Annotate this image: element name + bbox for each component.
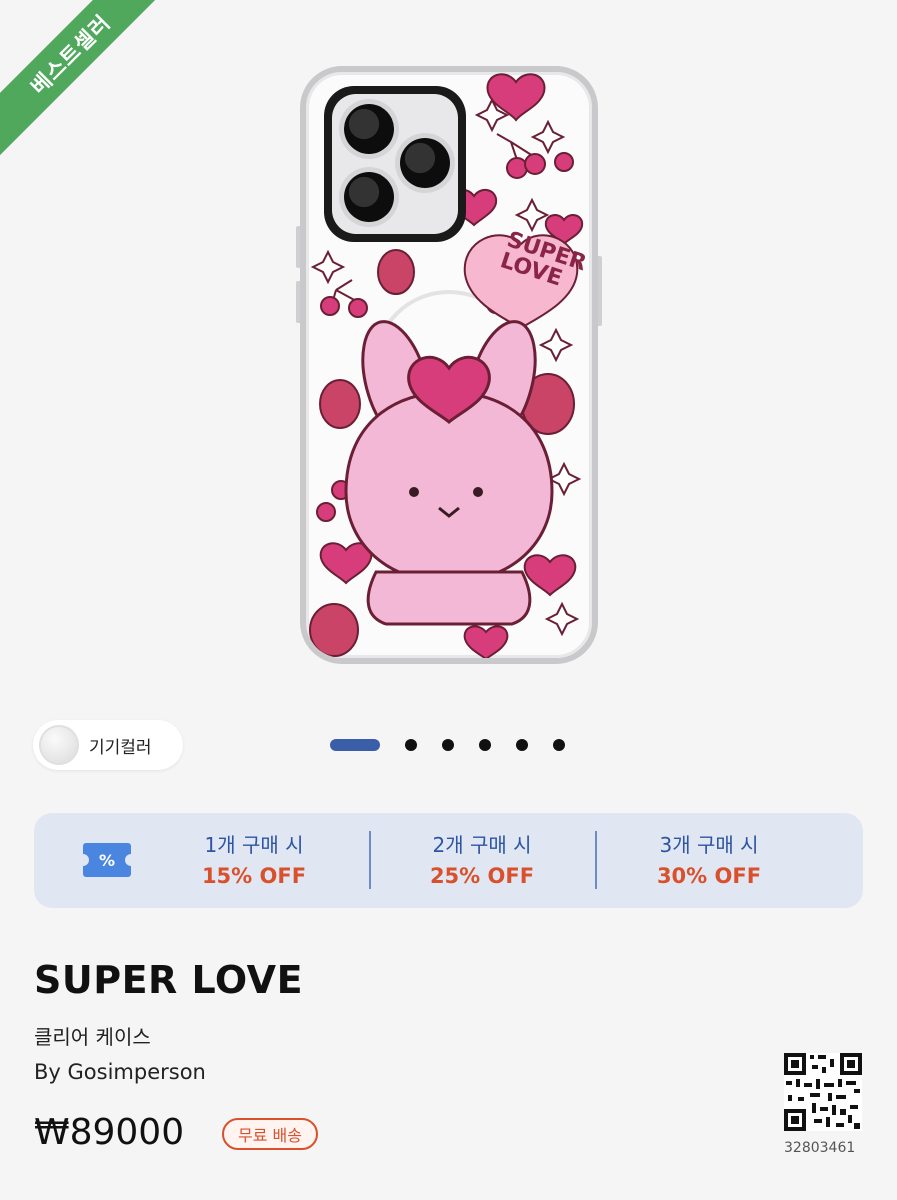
pagination-dot[interactable] <box>516 739 528 751</box>
tier-condition: 3개 구매 시 <box>659 833 759 857</box>
carousel-pagination <box>330 739 590 751</box>
tier-offer: 15% OFF <box>201 864 307 888</box>
camera-module <box>324 86 466 242</box>
product-type: 클리어 케이스 <box>34 1025 151 1049</box>
product-image[interactable]: SUPER LOVE <box>296 66 602 664</box>
pagination-dot[interactable] <box>405 739 417 751</box>
tier-condition: 2개 구매 시 <box>432 833 532 857</box>
discount-tier-2: 2개 구매 시 25% OFF <box>392 829 572 888</box>
camera-lens-icon <box>344 172 394 222</box>
tier-condition: 1개 구매 시 <box>204 833 304 857</box>
product-code: 32803461 <box>784 1140 856 1156</box>
divider <box>595 831 597 889</box>
pagination-dot-active[interactable] <box>330 739 380 751</box>
camera-lens-icon <box>344 104 394 154</box>
free-shipping-badge: 무료 배송 <box>222 1118 318 1150</box>
pagination-dot[interactable] <box>553 739 565 751</box>
coupon-icon: % <box>83 843 131 877</box>
bestseller-ribbon: 베스트셀러 <box>0 0 185 169</box>
phone-case: SUPER LOVE <box>300 66 598 664</box>
camera-lens-icon <box>400 138 450 188</box>
svg-text:%: % <box>99 851 115 870</box>
bulk-discount-banner: % 1개 구매 시 15% OFF 2개 구매 시 25% OFF 3개 구매 … <box>34 813 863 908</box>
discount-tier-3: 3개 구매 시 30% OFF <box>619 829 799 888</box>
divider <box>369 831 371 889</box>
device-color-label: 기기컬러 <box>89 737 152 758</box>
discount-tier-1: 1개 구매 시 15% OFF <box>164 829 344 888</box>
device-color-selector[interactable]: 기기컬러 <box>33 720 183 770</box>
pagination-dot[interactable] <box>479 739 491 751</box>
product-price: ₩89000 <box>34 1112 185 1153</box>
qr-code-icon[interactable] <box>784 1053 862 1131</box>
product-title: SUPER LOVE <box>34 958 304 1002</box>
pagination-dot[interactable] <box>442 739 454 751</box>
tier-offer: 30% OFF <box>656 864 762 888</box>
color-swatch[interactable] <box>39 725 79 765</box>
tier-offer: 25% OFF <box>429 864 535 888</box>
artist-link[interactable]: By Gosimperson <box>34 1060 206 1084</box>
